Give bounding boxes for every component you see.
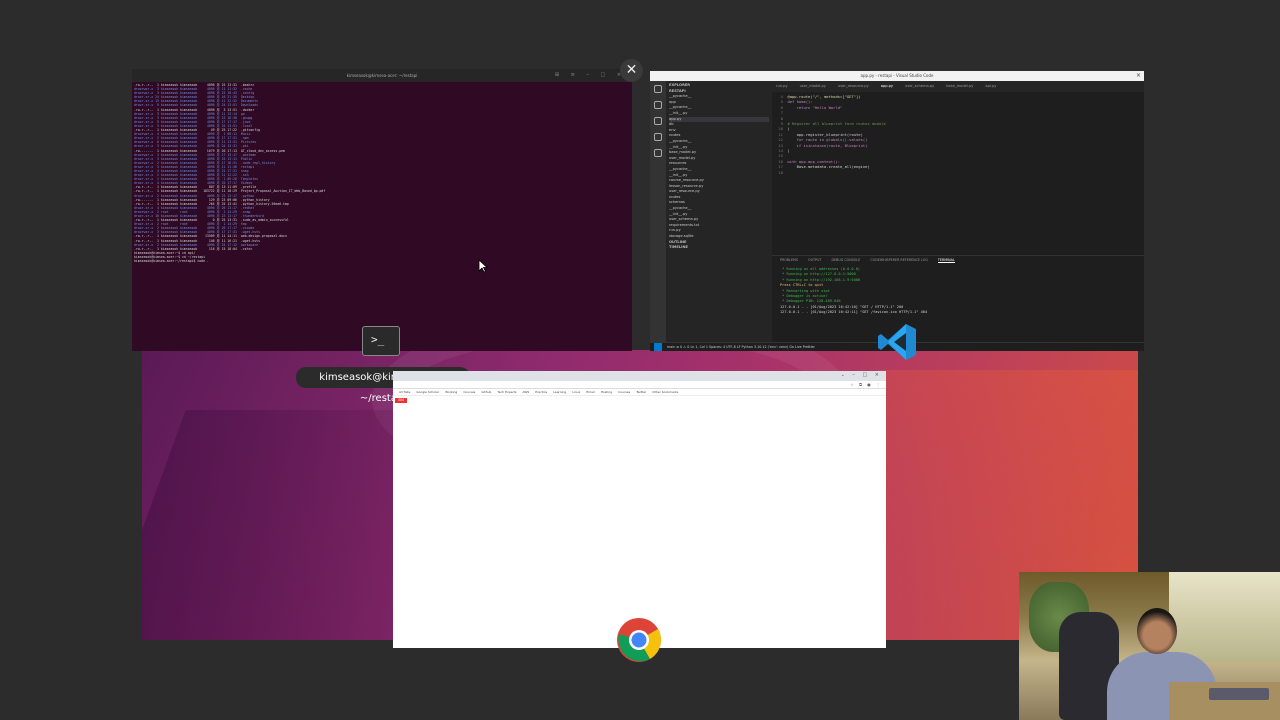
line-number: 5 (776, 99, 788, 105)
code-text: with app.app_context(): (787, 158, 841, 164)
editor-tabs[interactable]: run.py user_model.py user_resource.py app.p… (772, 81, 1144, 92)
bookmark-item[interactable]: Courses (463, 390, 475, 394)
line-number: 15 (776, 153, 788, 159)
vscode-app-icon[interactable] (876, 321, 918, 363)
code-text: ) (787, 148, 790, 154)
run-debug-icon[interactable] (654, 133, 662, 141)
line-number: 14 (776, 148, 788, 154)
bookmark-item[interactable]: AWS (522, 390, 529, 394)
desktop: kimseasok@kimsea-acer: ~/restapi ⊞ ≡ – □… (0, 0, 1280, 720)
panel-tab[interactable]: CODEWHISPERER REFERENCE LOG (870, 258, 928, 262)
bookmark-item[interactable]: Courses (618, 390, 630, 394)
editor-area[interactable]: run.py user_model.py user_resource.py app.p… (772, 81, 1144, 255)
file-tree[interactable]: __pycache__ app __pycache__ __init__.py … (669, 94, 769, 239)
remote-indicator-icon[interactable] (654, 343, 662, 351)
terminal-titlebar[interactable]: kimseasok@kimsea-acer: ~/restapi ⊞ ≡ – □… (132, 69, 632, 82)
terminal-line: kimseasok@kimsea-acer:~/restapi$ code . (134, 259, 209, 264)
error-badge: 404 (395, 398, 408, 403)
editor-tab[interactable]: user_model.py (800, 84, 826, 88)
explorer-panel[interactable]: EXPLORER RESTAPI __pycache__ app __pycac… (666, 81, 772, 342)
code-text: def home(): (787, 99, 813, 105)
toolbar-icons[interactable]: ☆ ⧉ ● ⋮ (850, 382, 882, 387)
mouse-cursor-icon (478, 259, 488, 273)
source-control-icon[interactable] (654, 117, 662, 125)
webcam-overlay (1019, 572, 1280, 720)
close-window-button[interactable]: ✕ (620, 59, 643, 82)
search-icon[interactable] (654, 101, 662, 109)
page-content[interactable]: 404 (393, 396, 886, 648)
editor-tab[interactable]: run.py (776, 84, 788, 88)
chrome-app-icon[interactable] (616, 617, 662, 663)
extensions-icon[interactable] (654, 149, 662, 157)
code-text: return "Hello World" (787, 104, 843, 110)
terminal-output[interactable]: -rw-r--r-- 1 kimseasok kimseasok 4096 月 … (132, 82, 632, 264)
editor-tab[interactable]: base_model.py (946, 84, 973, 88)
bookmark-item[interactable]: Working (445, 390, 457, 394)
vscode-titlebar[interactable]: app.py - restapi - Visual Studio Code × (650, 71, 1144, 81)
code-text: if isinstance(route, Blueprint) (787, 142, 868, 148)
code-text: app.register_blueprint(route) (787, 131, 863, 137)
panel-tab[interactable]: DEBUG CONSOLE (831, 258, 860, 262)
terminal-window[interactable]: kimseasok@kimsea-acer: ~/restapi ⊞ ≡ – □… (132, 69, 632, 351)
code-text: Base.metadata.create_all(engine) (787, 164, 870, 170)
editor-tab[interactable]: user_resource.py (838, 84, 869, 88)
bookmark-item[interactable]: Tech Experts (497, 390, 516, 394)
close-icon[interactable]: × (1136, 71, 1141, 81)
files-icon[interactable] (654, 85, 662, 93)
code-line: 18 (776, 170, 1140, 175)
bookmark-item[interactable]: All Tabs (399, 390, 410, 394)
chrome-window[interactable]: ⌄ – □ × ☆ ⧉ ● ⋮ All Tabs Google Scholar Wo… (393, 371, 886, 648)
terminal-app-icon[interactable]: >_ (362, 326, 400, 356)
panel-tabs[interactable]: PROBLEMS OUTPUT DEBUG CONSOLE CODEWHISPERER… (772, 256, 1144, 265)
bookmarks-bar[interactable]: All Tabs Google Scholar Working Courses Gith… (393, 389, 886, 396)
bottom-panel[interactable]: PROBLEMS OUTPUT DEBUG CONSOLE CODEWHISPERER… (772, 255, 1144, 342)
line-number: 11 (776, 131, 788, 137)
line-number: 6 (776, 104, 788, 110)
panel-tab[interactable]: OUTPUT (808, 258, 821, 262)
line-number: 16 (776, 158, 788, 164)
terminal-title: kimseasok@kimsea-acer: ~/restapi (346, 73, 418, 78)
line-number: 7 (776, 110, 788, 116)
status-text: main ⊗ 0 ⚠ 0 Ln 1, Col 1 Spaces: 4 UTF-8… (667, 345, 815, 349)
bookmark-item[interactable]: Google Scholar (416, 390, 439, 394)
code-text: @app.route("/", methods=["GET"]) (787, 94, 861, 99)
code-text: # Register all blueprint form routes mod… (787, 121, 886, 127)
window-controls[interactable]: ⊞ ≡ – □ × (555, 69, 626, 82)
chrome-tabstrip[interactable]: ⌄ – □ × (393, 371, 886, 381)
line-number: 13 (776, 142, 788, 148)
bookmark-item[interactable]: Hosting (601, 390, 612, 394)
timeline-section[interactable]: TIMELINE (669, 245, 769, 251)
terminal-line: 127.0.0.1 - - [01/Aug/2023 16:42:11] "GE… (780, 310, 928, 315)
code-text: ( (787, 126, 790, 132)
chrome-toolbar[interactable]: ☆ ⧉ ● ⋮ (393, 381, 886, 389)
code-text: for route in globals().values() (787, 137, 868, 143)
bookmark-item[interactable]: Email (586, 390, 594, 394)
bookmark-item[interactable]: Github (481, 390, 491, 394)
line-number: 12 (776, 137, 788, 143)
editor-tab[interactable]: api.py (985, 84, 996, 88)
line-number: 4 (776, 94, 788, 99)
bookmark-item[interactable]: Practice (535, 390, 547, 394)
window-controls[interactable]: ⌄ – □ × (841, 372, 882, 378)
vscode-title: app.py - restapi - Visual Studio Code (860, 73, 934, 78)
code-view[interactable]: 4 @app.route("/", methods=["GET"]) 5 def… (772, 92, 1144, 177)
bookmark-item[interactable]: Linux (572, 390, 580, 394)
line-number: 18 (776, 169, 788, 175)
bookmark-item[interactable]: Learning (553, 390, 566, 394)
line-number: 8 (776, 115, 788, 121)
panel-tab[interactable]: PROBLEMS (780, 258, 798, 262)
line-number: 17 (776, 164, 788, 170)
line-number: 10 (776, 126, 788, 132)
vscode-window[interactable]: app.py - restapi - Visual Studio Code × … (650, 71, 1144, 351)
bookmark-item[interactable]: Other bookmarks (652, 390, 678, 394)
panel-tab[interactable]: TERMINAL (937, 258, 955, 263)
integrated-terminal[interactable]: * Running on all addresses (0.0.0.0) * R… (772, 265, 1144, 318)
bookmark-item[interactable]: Twitter (636, 390, 646, 394)
line-number: 9 (776, 121, 788, 127)
editor-tab[interactable]: app.py (881, 84, 893, 88)
activity-bar[interactable] (650, 81, 666, 342)
editor-tab[interactable]: user_schema.py (905, 84, 934, 88)
